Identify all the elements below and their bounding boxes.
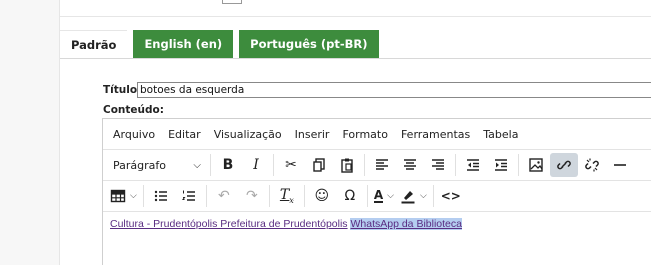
unlink-icon (585, 158, 599, 172)
emoji-icon: ☺ (314, 188, 330, 204)
align-center-icon (404, 159, 416, 170)
redo-button[interactable]: ↷ (238, 184, 266, 208)
editor-toolbar-1: Parágrafo ⌵ B I ✂ (103, 150, 651, 181)
editor-menubar: Arquivo Editar Visualização Inserir Form… (103, 119, 651, 150)
paste-button[interactable] (333, 153, 361, 177)
toolbar-separator (364, 154, 365, 176)
horizontal-line-button[interactable] (606, 153, 634, 177)
link-button[interactable] (550, 153, 578, 177)
image-icon (529, 158, 543, 172)
content-label: Conteúdo: (103, 104, 164, 116)
align-center-button[interactable] (396, 153, 424, 177)
menu-tabela[interactable]: Tabela (483, 128, 518, 141)
link-icon (557, 160, 571, 170)
undo-button[interactable]: ↶ (210, 184, 238, 208)
menu-ferramentas[interactable]: Ferramentas (401, 128, 470, 141)
tab-divider (60, 58, 651, 59)
tab-english[interactable]: English (en) (133, 30, 234, 58)
toolbar-separator (303, 185, 305, 207)
link-cultura[interactable]: Cultura - Prudentópolis Prefeitura de Pr… (110, 218, 348, 230)
paste-icon (341, 158, 353, 173)
toolbar-separator (432, 185, 434, 207)
editor-content[interactable]: Cultura - Prudentópolis Prefeitura de Pr… (103, 212, 651, 236)
title-input[interactable] (137, 82, 651, 98)
numbered-list-icon (181, 190, 195, 201)
align-left-icon (376, 159, 388, 170)
left-rail (0, 0, 60, 265)
image-button[interactable] (522, 153, 550, 177)
align-right-icon (432, 159, 444, 170)
block-format-value: Parágrafo (113, 158, 166, 172)
unlink-button[interactable] (578, 153, 606, 177)
source-code-button[interactable]: <> (437, 184, 465, 208)
code-icon: <> (440, 189, 461, 203)
menu-formato[interactable]: Formato (342, 128, 388, 141)
horizontal-line-icon (614, 164, 626, 166)
menu-editar[interactable]: Editar (168, 128, 201, 141)
editor-toolbar-2: ⌵ ↶ ↷ Tx ☺ Ω A ⌵ ⌵ <> (103, 181, 651, 212)
top-strip (0, 0, 651, 17)
clear-formatting-button[interactable]: Tx (273, 184, 301, 208)
toolbar-separator (455, 154, 456, 176)
menu-inserir[interactable]: Inserir (295, 128, 330, 141)
special-character-button[interactable]: Ω (336, 184, 364, 208)
chevron-down-icon: ⌵ (193, 159, 201, 171)
outdent-button[interactable] (459, 153, 487, 177)
italic-button[interactable]: I (242, 153, 270, 177)
chevron-down-icon: ⌵ (419, 191, 427, 201)
highlight-color-button[interactable]: ⌵ (397, 184, 430, 208)
bold-icon: B (222, 157, 234, 173)
toolbar-separator (205, 185, 207, 207)
cut-button[interactable]: ✂ (277, 153, 305, 177)
text-color-icon: A (373, 188, 384, 203)
tab-padrao[interactable]: Padrão (60, 30, 128, 58)
undo-icon: ↶ (217, 188, 230, 204)
text-color-button[interactable]: A ⌵ (371, 184, 397, 208)
redo-icon: ↷ (245, 188, 258, 204)
align-left-button[interactable] (368, 153, 396, 177)
indent-button[interactable] (487, 153, 515, 177)
cut-icon: ✂ (285, 157, 297, 173)
chevron-down-icon: ⌵ (130, 191, 137, 201)
clear-formatting-icon: Tx (279, 187, 294, 205)
menu-visualizacao[interactable]: Visualização (214, 128, 282, 141)
toolbar-separator (268, 185, 270, 207)
copy-button[interactable] (305, 153, 333, 177)
highlighter-icon (401, 191, 415, 204)
align-right-button[interactable] (424, 153, 452, 177)
rich-text-editor: Arquivo Editar Visualização Inserir Form… (102, 118, 651, 265)
table-button[interactable]: ⌵ (107, 184, 140, 208)
outdent-icon (467, 159, 479, 171)
chevron-down-icon: ⌵ (387, 191, 394, 201)
bullet-list-icon (154, 190, 167, 202)
emoji-button[interactable]: ☺ (308, 184, 336, 208)
toolbar-separator (518, 154, 519, 176)
title-label: Título: (103, 84, 142, 96)
table-icon (110, 189, 126, 203)
toolbar-separator (210, 154, 211, 176)
tab-portugues[interactable]: Português (pt-BR) (239, 30, 379, 58)
block-format-select[interactable]: Parágrafo ⌵ (107, 153, 207, 177)
numbered-list-button[interactable] (175, 184, 203, 208)
language-tabs: Padrão English (en) Português (pt-BR) (60, 30, 385, 58)
bullet-list-button[interactable] (147, 184, 175, 208)
omega-icon: Ω (344, 188, 356, 204)
link-whatsapp-selected[interactable]: WhatsApp da Biblioteca (350, 218, 462, 230)
toolbar-separator (273, 154, 274, 176)
menu-arquivo[interactable]: Arquivo (113, 128, 155, 141)
indent-icon (495, 159, 507, 171)
toolbar-separator (366, 185, 368, 207)
copy-icon (313, 158, 325, 172)
toolbar-separator (142, 185, 144, 207)
partial-control[interactable] (222, 0, 242, 4)
italic-icon: I (253, 157, 259, 173)
bold-button[interactable]: B (214, 153, 242, 177)
